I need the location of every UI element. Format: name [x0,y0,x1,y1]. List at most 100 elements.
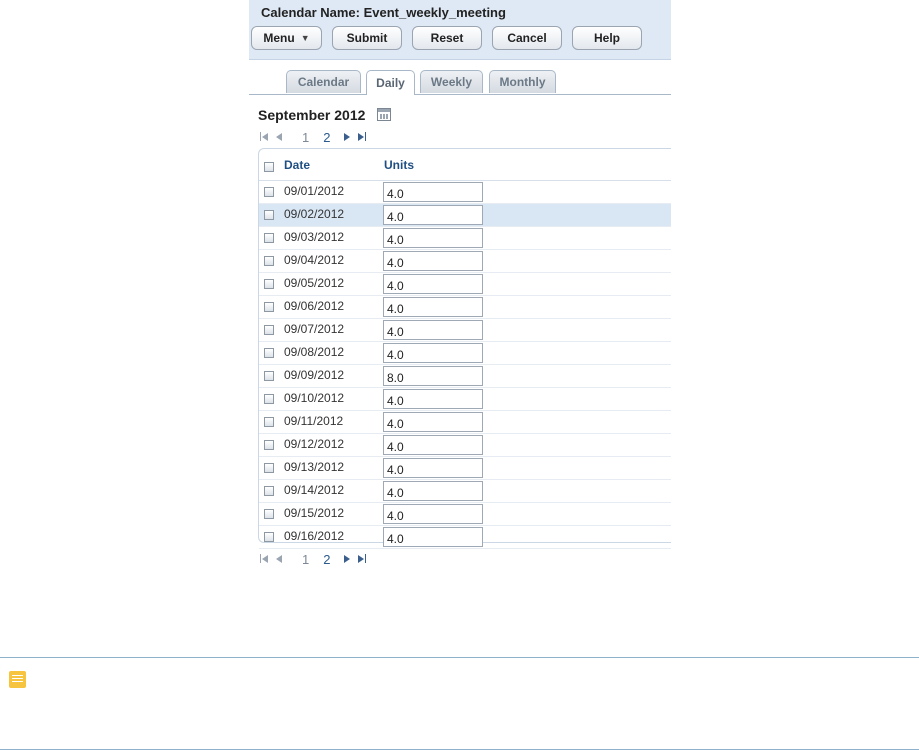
row-checkbox[interactable] [264,463,274,473]
row-date: 09/15/2012 [284,506,345,520]
select-all-checkbox[interactable] [264,162,274,172]
previous-page-icon[interactable] [276,132,282,143]
row-checkbox[interactable] [264,417,274,427]
row-date: 09/01/2012 [284,184,345,198]
next-page-icon[interactable] [344,132,351,143]
tab-daily[interactable]: Daily [366,70,415,95]
units-input[interactable]: 4.0 [383,320,483,340]
units-input[interactable]: 4.0 [383,343,483,363]
last-page-icon[interactable] [358,554,366,565]
pager-top: 1 2 [260,129,374,145]
table-row[interactable]: 09/07/2012 4.0 [259,319,671,342]
column-header-units[interactable]: Units [384,158,414,172]
tab-calendar[interactable]: Calendar [286,70,361,93]
row-checkbox[interactable] [264,210,274,220]
table-row[interactable]: 09/10/2012 4.0 [259,388,671,411]
grid-body: 09/01/2012 4.0 09/02/2012 4.0 09/03/2012 4.0 0… [259,181,671,549]
table-row[interactable]: 09/06/2012 4.0 [259,296,671,319]
column-header-date[interactable]: Date [284,158,310,172]
pager-current-page: 1 [302,129,310,145]
row-checkbox[interactable] [264,279,274,289]
submit-button[interactable]: Submit [332,26,402,50]
table-row[interactable]: 09/15/2012 4.0 [259,503,671,526]
row-checkbox[interactable] [264,394,274,404]
units-input[interactable]: 4.0 [383,527,483,547]
units-input[interactable]: 4.0 [383,205,483,225]
row-checkbox[interactable] [264,509,274,519]
table-row[interactable]: 09/04/2012 4.0 [259,250,671,273]
units-input[interactable]: 4.0 [383,435,483,455]
row-checkbox[interactable] [264,187,274,197]
row-date: 09/10/2012 [284,391,345,405]
note-icon [9,671,26,688]
row-date: 09/12/2012 [284,437,345,451]
calendar-name-title: Calendar Name: Event_weekly_meeting [261,5,506,20]
row-checkbox[interactable] [264,302,274,312]
units-input[interactable]: 4.0 [383,251,483,271]
row-date: 09/11/2012 [284,414,344,428]
units-input[interactable]: 4.0 [383,228,483,248]
units-input[interactable]: 4.0 [383,481,483,501]
calendar-icon[interactable] [377,108,391,121]
tab-monthly[interactable]: Monthly [489,70,556,93]
units-input[interactable]: 4.0 [383,412,483,432]
first-page-icon[interactable] [260,132,268,143]
units-input[interactable]: 4.0 [383,389,483,409]
row-date: 09/05/2012 [284,276,345,290]
daily-units-grid: Date Units 09/01/2012 4.0 09/02/2012 4.0 09/… [258,148,671,549]
tab-weekly[interactable]: Weekly [420,70,483,93]
row-checkbox[interactable] [264,486,274,496]
reset-button[interactable]: Reset [412,26,482,50]
row-date: 09/13/2012 [284,460,345,474]
row-date: 09/14/2012 [284,483,345,497]
row-date: 09/07/2012 [284,322,345,336]
note-bottom-border [0,749,919,750]
table-row[interactable]: 09/13/2012 4.0 [259,457,671,480]
table-row[interactable]: 09/05/2012 4.0 [259,273,671,296]
help-button[interactable]: Help [572,26,642,50]
row-checkbox[interactable] [264,233,274,243]
row-date: 09/16/2012 [284,529,345,543]
row-checkbox[interactable] [264,256,274,266]
table-row[interactable]: 09/11/2012 4.0 [259,411,671,434]
row-date: 09/03/2012 [284,230,345,244]
row-checkbox[interactable] [264,325,274,335]
row-date: 09/04/2012 [284,253,345,267]
month-title: September 2012 [258,107,366,123]
note-top-border [0,657,919,658]
last-page-icon[interactable] [358,132,366,143]
pager-page-link[interactable]: 2 [323,552,330,567]
previous-page-icon[interactable] [276,554,282,565]
table-row[interactable]: 09/01/2012 4.0 [259,181,671,204]
menu-button[interactable]: Menu ▼ [251,26,322,50]
table-row[interactable]: 09/09/2012 8.0 [259,365,671,388]
row-date: 09/09/2012 [284,368,345,382]
first-page-icon[interactable] [260,554,268,565]
calendar-header-panel: Calendar Name: Event_weekly_meeting Menu… [249,0,671,60]
row-checkbox[interactable] [264,348,274,358]
row-checkbox[interactable] [264,532,274,542]
pager-current-page: 1 [302,551,310,567]
pager-page-link[interactable]: 2 [323,130,330,145]
menu-button-label: Menu [263,31,295,45]
table-row[interactable]: 09/03/2012 4.0 [259,227,671,250]
units-input[interactable]: 4.0 [383,274,483,294]
row-date: 09/08/2012 [284,345,345,359]
table-row[interactable]: 09/16/2012 4.0 [259,526,671,549]
table-row[interactable]: 09/14/2012 4.0 [259,480,671,503]
cancel-button[interactable]: Cancel [492,26,562,50]
table-row[interactable]: 09/08/2012 4.0 [259,342,671,365]
row-checkbox[interactable] [264,440,274,450]
table-row[interactable]: 09/12/2012 4.0 [259,434,671,457]
row-date: 09/02/2012 [284,207,345,221]
next-page-icon[interactable] [344,554,351,565]
row-date: 09/06/2012 [284,299,345,313]
units-input[interactable]: 4.0 [383,182,483,202]
units-input[interactable]: 8.0 [383,366,483,386]
units-input[interactable]: 4.0 [383,297,483,317]
table-row[interactable]: 09/02/2012 4.0 [259,204,671,227]
units-input[interactable]: 4.0 [383,458,483,478]
menu-dropdown-icon: ▼ [300,33,310,43]
row-checkbox[interactable] [264,371,274,381]
units-input[interactable]: 4.0 [383,504,483,524]
